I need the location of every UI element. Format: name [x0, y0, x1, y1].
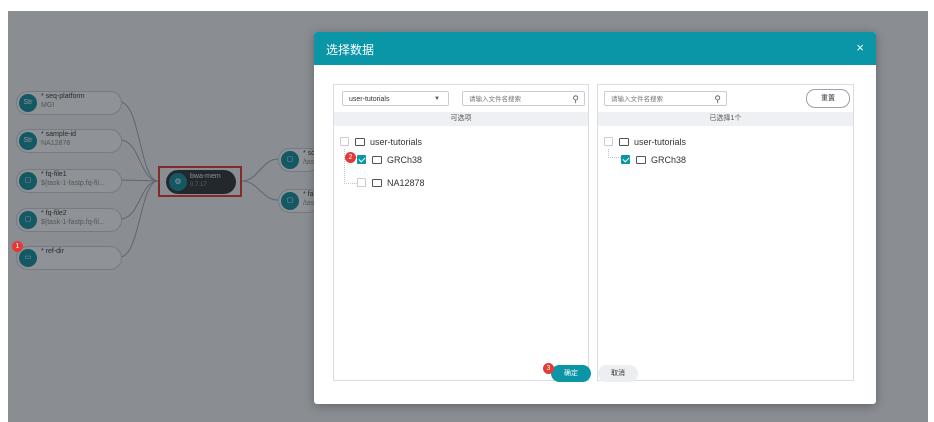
folder-icon — [372, 155, 382, 164]
selected-search-input[interactable] — [611, 93, 703, 106]
selected-toolbar: ⚲ 重置 — [598, 85, 853, 111]
tree-item-root[interactable]: user-tutorials — [340, 135, 422, 149]
folder-icon — [372, 178, 382, 187]
tree-item-label: user-tutorials — [370, 137, 423, 147]
selected-panel: ⚲ 重置 已选择1个 user-tutorials GRCh38 — [597, 84, 854, 381]
cancel-button[interactable]: 取消 — [598, 365, 638, 382]
checkbox-na12878[interactable] — [357, 178, 366, 188]
select-data-dialog: 选择数据 × user-tutorials ▼ ⚲ 可选项 user-tutor… — [314, 32, 876, 404]
step-badge-3: 3 — [543, 363, 554, 374]
dialog-header: 选择数据 × — [314, 32, 876, 65]
dialog-title: 选择数据 — [326, 43, 375, 57]
available-search-input[interactable] — [469, 93, 561, 106]
step-badge-2: 2 — [345, 152, 356, 163]
tree-item-na12878[interactable]: NA12878 — [357, 176, 425, 190]
workspace-select[interactable]: user-tutorials ▼ — [342, 91, 449, 106]
close-icon[interactable]: × — [856, 40, 864, 55]
workspace-select-value: user-tutorials — [349, 96, 390, 103]
tree-item-label: user-tutorials — [634, 137, 687, 147]
selected-subheader: 已选择1个 — [598, 112, 853, 126]
available-subheader: 可选项 — [334, 112, 588, 126]
available-search[interactable]: ⚲ — [462, 91, 585, 106]
search-icon[interactable]: ⚲ — [572, 92, 579, 107]
selected-tree-root[interactable]: user-tutorials — [604, 135, 686, 149]
checkbox-root[interactable] — [604, 137, 613, 147]
folder-icon — [619, 137, 629, 146]
confirm-button[interactable]: 确定 — [551, 365, 591, 382]
available-panel: user-tutorials ▼ ⚲ 可选项 user-tutorials GR… — [333, 84, 589, 381]
tree-item-grch38[interactable]: GRCh38 — [357, 153, 422, 167]
folder-icon — [355, 137, 365, 146]
tree-connector — [608, 149, 621, 158]
reset-button[interactable]: 重置 — [806, 89, 850, 108]
checkbox-grch38[interactable] — [621, 155, 630, 165]
caret-down-icon: ▼ — [434, 96, 440, 102]
selected-tree-grch38[interactable]: GRCh38 — [621, 153, 686, 167]
selected-search[interactable]: ⚲ — [604, 91, 727, 106]
checkbox-grch38[interactable] — [357, 155, 366, 165]
tree-item-label: GRCh38 — [651, 155, 687, 165]
step-badge-1: 1 — [12, 241, 23, 252]
search-icon[interactable]: ⚲ — [714, 92, 721, 107]
folder-icon — [636, 155, 646, 164]
available-toolbar: user-tutorials ▼ ⚲ — [334, 85, 588, 111]
tree-item-label: NA12878 — [387, 178, 425, 188]
tree-item-label: GRCh38 — [387, 155, 423, 165]
checkbox-root[interactable] — [340, 137, 349, 147]
